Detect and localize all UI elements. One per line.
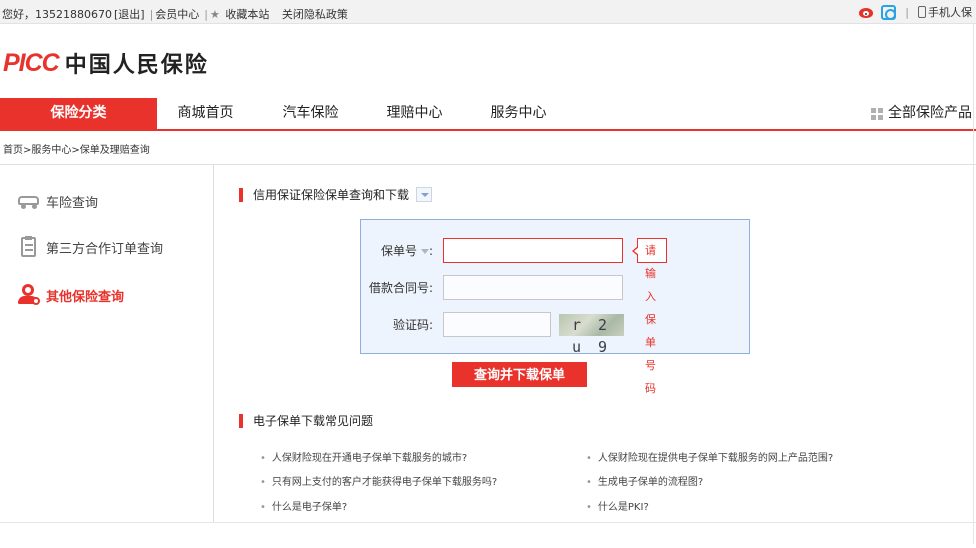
sidebar-item-label: 第三方合作订单查询 [46,241,164,257]
divider [0,522,976,523]
divider [973,24,974,544]
faq-link[interactable]: 生成电子保单的流程图? [586,473,703,488]
weibo-icon[interactable] [859,5,875,19]
captcha-label: 验证码: [392,318,433,332]
faq-link[interactable]: 什么是PKI? [586,498,649,513]
faq-link[interactable]: 人保财险现在提供电子保单下载服务的网上产品范围? [586,449,833,464]
clipboard-icon [17,236,41,258]
grid-icon [871,107,883,120]
triangle-down-icon [420,249,429,254]
policy-number-input[interactable] [443,238,623,263]
top-bar: 您好，13521880670 [退出] | 会员中心 | ★ 收藏本站 关闭隐私政策 | … [0,0,976,24]
contract-label: 借款合同号: [368,281,433,295]
contract-number-input[interactable] [443,275,623,300]
divider: | [149,8,154,21]
user-search-icon [17,284,41,306]
star-icon: ★ [210,8,220,21]
sidebar-item-other-query[interactable]: 其他保险查询 [17,284,124,306]
nav-item-mall-home[interactable]: 商城首页 [157,98,254,129]
all-products-button[interactable]: 全部保险产品 [871,98,972,129]
sidebar-item-auto-query[interactable]: 车险查询 [17,190,98,212]
sidebar-item-label: 车险查询 [46,195,99,211]
privacy-link[interactable]: 关闭隐私政策 [282,8,348,21]
chevron-down-icon[interactable] [416,187,432,202]
query-download-button[interactable]: 查询并下载保单 [452,362,587,387]
member-center-link[interactable]: 会员中心 [155,8,199,21]
all-products-label: 全部保险产品 [888,105,972,121]
policy-row: 保单号: 请输入保单号码 [361,238,667,395]
main-nav: 保险分类 商城首页 汽车保险 理赔中心 服务中心 全部保险产品 [0,98,976,131]
nav-item-claims-center[interactable]: 理赔中心 [366,98,463,129]
faq-link[interactable]: 只有网上支付的客户才能获得电子保单下载服务吗? [260,473,497,488]
faq-section-title: 电子保单下载常见问题 [239,414,373,428]
faq-link[interactable]: 人保财险现在开通电子保单下载服务的城市? [260,449,467,464]
query-form: 保单号: 请输入保单号码 借款合同号: 验证码: r 2 u 9 [360,219,750,395]
divider: | [905,5,909,19]
sidebar-item-label: 其他保险查询 [46,289,125,305]
top-bar-right: | 手机人保 [859,4,972,20]
nav-item-auto-insurance[interactable]: 汽车保险 [262,98,359,129]
sidebar-item-third-party-query[interactable]: 第三方合作订单查询 [17,236,163,258]
phone-icon [918,6,926,18]
sidebar: 车险查询 第三方合作订单查询 其他保险查询 [0,165,214,523]
top-bar-left: 您好，13521880670 [退出] | 会员中心 | ★ 收藏本站 关闭隐私政策 [2,6,350,22]
policy-label: 保单号: [380,244,433,258]
breadcrumb[interactable]: 首页>服务中心>保单及理赔查询 [3,141,150,156]
captcha-input[interactable] [443,312,551,337]
logout-link[interactable]: [退出] [114,8,145,21]
captcha-row: 验证码: r 2 u 9 [361,312,624,356]
policy-error-tip: 请输入保单号码 [632,238,667,395]
mobile-link[interactable]: 手机人保 [918,4,972,20]
captcha-image[interactable]: r 2 u 9 [559,313,624,356]
logo-brand: PICC [3,48,60,77]
query-section-title: 信用保证保险保单查询和下载 [239,188,409,202]
divider: | [204,8,209,21]
contract-row: 借款合同号: [361,275,623,300]
nav-item-insurance-category[interactable]: 保险分类 [0,98,157,129]
greeting-text: 您好，13521880670 [2,8,112,21]
site-logo[interactable]: PICC 中国人民保险 [3,47,209,79]
nav-item-service-center[interactable]: 服务中心 [470,98,567,129]
mobile-label: 手机人保 [928,6,972,19]
bookmark-link[interactable]: 收藏本站 [225,8,269,21]
logo-name: 中国人民保险 [64,53,209,78]
faq-link[interactable]: 什么是电子保单? [260,498,347,513]
car-icon [17,190,41,212]
tencent-weibo-icon[interactable] [881,4,897,20]
